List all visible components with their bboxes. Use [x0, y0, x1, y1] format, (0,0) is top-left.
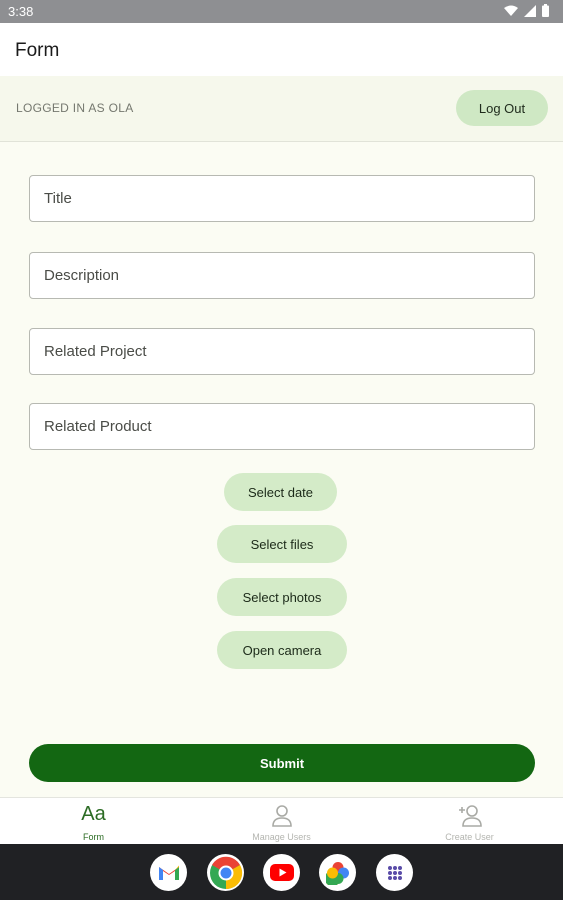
photos-app[interactable] [319, 854, 356, 891]
youtube-app[interactable] [263, 854, 300, 891]
wifi-icon [504, 5, 518, 16]
nav-item-manage-users[interactable]: Manage Users [188, 798, 375, 845]
signal-icon [524, 4, 536, 17]
submit-button[interactable]: Submit [29, 744, 535, 782]
battery-icon [542, 4, 549, 17]
open-camera-button[interactable]: Open camera [217, 631, 347, 669]
person-icon [271, 805, 292, 827]
status-bar: 3:38 [0, 0, 563, 23]
select-files-button[interactable]: Select files [217, 525, 347, 563]
nav-label-form: Form [83, 832, 104, 842]
text-format-icon: Aa [81, 803, 106, 825]
logout-button[interactable]: Log Out [456, 90, 548, 126]
app-bar: Form [0, 23, 563, 76]
youtube-icon [269, 864, 294, 881]
status-time: 3:38 [8, 4, 34, 19]
description-field[interactable] [29, 252, 535, 299]
gmail-icon [158, 865, 179, 880]
person-add-icon [458, 805, 482, 827]
title-field[interactable] [29, 175, 535, 222]
status-icons [504, 4, 549, 17]
nav-label-manage-users: Manage Users [252, 832, 311, 842]
select-date-button[interactable]: Select date [224, 473, 337, 511]
nav-item-create-user[interactable]: Create User [376, 798, 563, 845]
chrome-icon [209, 856, 242, 889]
related-product-field[interactable] [29, 403, 535, 450]
bottom-nav: Aa Form Manage Users Create User [0, 797, 563, 844]
gmail-app[interactable] [150, 854, 187, 891]
nav-item-form[interactable]: Aa Form [0, 798, 187, 845]
app-drawer-icon [387, 865, 402, 880]
nav-label-create-user: Create User [445, 832, 494, 842]
logged-in-label: LOGGED IN AS OLA [16, 101, 134, 115]
photos-icon [325, 861, 349, 885]
app-drawer[interactable] [376, 854, 413, 891]
related-project-field[interactable] [29, 328, 535, 375]
page-title: Form [15, 40, 60, 61]
system-dock [0, 844, 563, 900]
select-photos-button[interactable]: Select photos [217, 578, 347, 616]
user-bar: LOGGED IN AS OLA Log Out [0, 76, 563, 142]
chrome-app[interactable] [207, 854, 244, 891]
